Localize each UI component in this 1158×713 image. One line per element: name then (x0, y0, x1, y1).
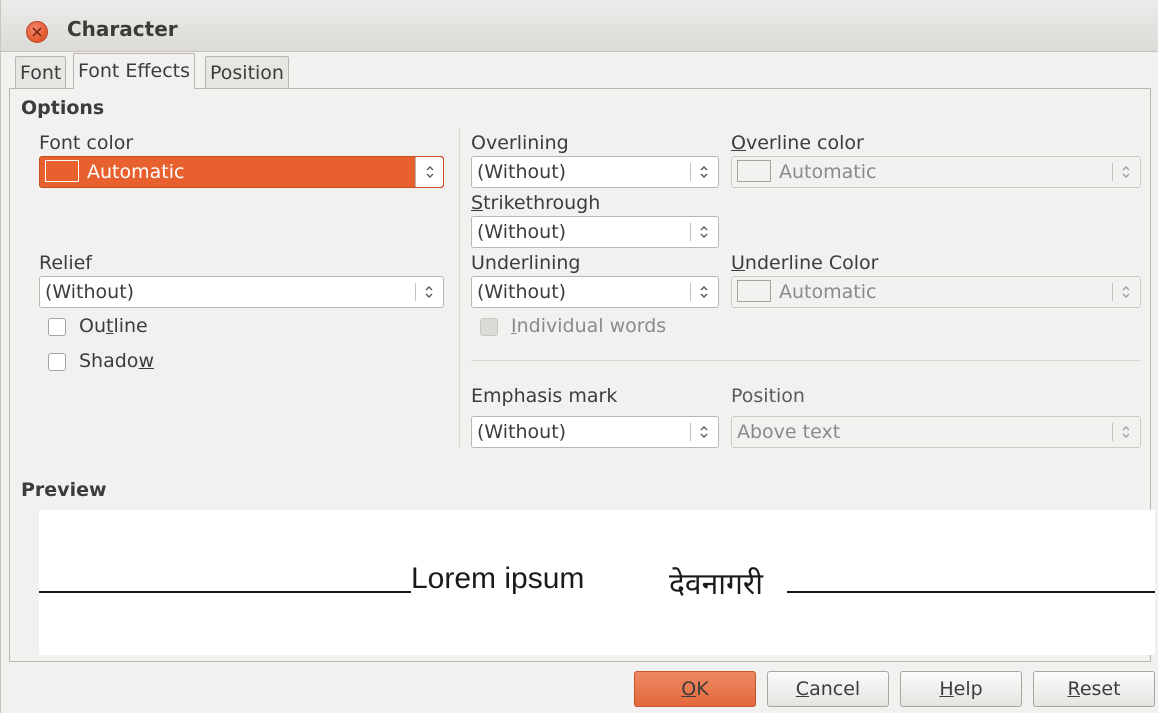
underlining-value: (Without) (477, 281, 567, 303)
position-value: Above text (737, 421, 841, 443)
reset-button[interactable]: Reset (1033, 671, 1155, 707)
spin-arrows-icon (1112, 157, 1140, 187)
cancel-button[interactable]: Cancel (767, 671, 889, 707)
close-icon[interactable] (26, 21, 48, 43)
overlining-label: Overlining (471, 132, 569, 154)
font-color-text: Automatic (87, 161, 185, 183)
spin-arrows-icon (415, 157, 443, 187)
preview-heading: Preview (21, 479, 107, 501)
spin-arrows-icon (1112, 277, 1140, 307)
preview-baseline-right (787, 591, 1155, 593)
tab-position[interactable]: Position (205, 56, 289, 88)
individual-words-checkbox[interactable] (480, 318, 498, 336)
outline-checkbox[interactable] (48, 318, 66, 336)
horizontal-separator (471, 360, 1141, 361)
overline-color-text: Automatic (779, 161, 877, 183)
underlining-dropdown[interactable]: (Without) (471, 276, 719, 308)
dialog-title: Character (67, 17, 178, 41)
preview-text-devanagari: देवनागरी (669, 568, 763, 601)
overlining-value: (Without) (477, 161, 567, 183)
shadow-label: Shadow (79, 350, 154, 372)
strikethrough-value: (Without) (477, 221, 567, 243)
spin-arrows-icon (690, 417, 718, 447)
overlining-dropdown[interactable]: (Without) (471, 156, 719, 188)
underlining-label: Underlining (471, 252, 581, 274)
individual-words-label: Individual words (511, 315, 667, 337)
font-color-value: Automatic (45, 157, 184, 187)
underline-color-label: Underline Color (731, 252, 879, 274)
ok-button[interactable]: OK (634, 671, 756, 707)
options-heading: Options (21, 97, 105, 119)
color-swatch-icon (45, 160, 79, 182)
position-dropdown[interactable]: Above text (731, 416, 1141, 448)
spin-arrows-icon (415, 277, 443, 307)
outline-label: Outline (79, 315, 148, 337)
strikethrough-label: Strikethrough (471, 192, 601, 214)
spin-arrows-icon (690, 277, 718, 307)
underline-color-text: Automatic (779, 281, 877, 303)
color-swatch-icon (737, 160, 771, 182)
column-separator (459, 128, 460, 448)
overline-color-dropdown[interactable]: Automatic (731, 156, 1141, 188)
preview-area: Lorem ipsum देवनागरी (39, 510, 1155, 655)
font-color-label: Font color (39, 132, 134, 154)
relief-dropdown[interactable]: (Without) (39, 276, 444, 308)
spin-arrows-icon (1112, 417, 1140, 447)
emphasis-mark-label: Emphasis mark (471, 385, 618, 407)
preview-baseline-left (39, 591, 411, 593)
help-button[interactable]: Help (900, 671, 1022, 707)
color-swatch-icon (737, 280, 771, 302)
overline-color-value: Automatic (737, 157, 876, 187)
emphasis-mark-value: (Without) (477, 421, 567, 443)
relief-label: Relief (39, 252, 92, 274)
tab-font-effects[interactable]: Font Effects (73, 53, 195, 89)
spin-arrows-icon (690, 217, 718, 247)
emphasis-mark-dropdown[interactable]: (Without) (471, 416, 719, 448)
shadow-checkbox[interactable] (48, 353, 66, 371)
underline-color-value: Automatic (737, 277, 876, 307)
font-color-dropdown[interactable]: Automatic (39, 156, 444, 188)
relief-value: (Without) (45, 281, 135, 303)
strikethrough-dropdown[interactable]: (Without) (471, 216, 719, 248)
overline-color-label: Overline color (731, 132, 864, 154)
spin-arrows-icon (690, 157, 718, 187)
preview-text-latin: Lorem ipsum (411, 562, 585, 595)
tab-font[interactable]: Font (15, 56, 67, 88)
underline-color-dropdown[interactable]: Automatic (731, 276, 1141, 308)
character-dialog: Character Font Font Effects Position Opt… (0, 0, 1158, 713)
title-bar: Character (1, 0, 1158, 52)
position-label: Position (731, 385, 805, 407)
